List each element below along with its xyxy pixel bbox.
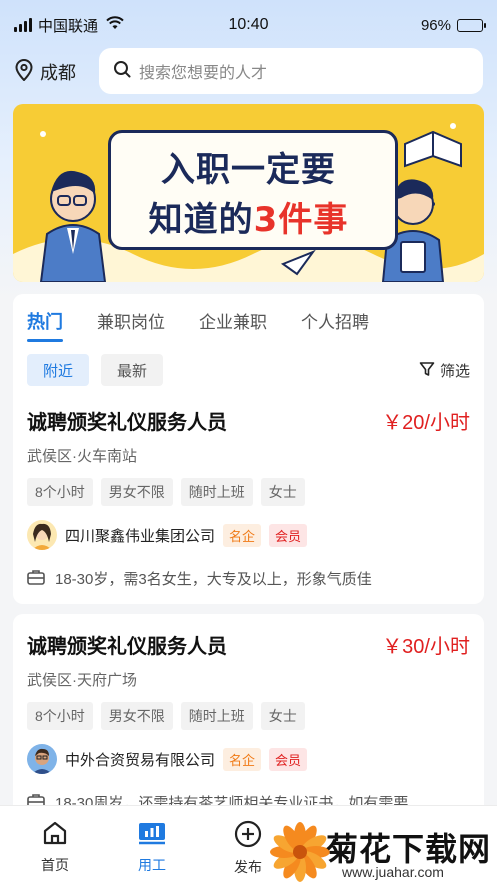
briefcase-icon xyxy=(27,569,45,589)
job-salary: ￥30/小时 xyxy=(382,636,470,658)
category-tabs: 热门 兼职岗位 企业兼职 个人招聘 xyxy=(27,308,403,342)
funnel-icon xyxy=(419,361,435,381)
home-icon xyxy=(42,821,68,849)
watermark-url: www.juahar.com xyxy=(342,864,444,880)
company-name: 四川聚鑫伟业集团公司 xyxy=(65,527,216,545)
job-location: 武侯区·天府广场 xyxy=(27,672,137,689)
battery-icon xyxy=(457,18,486,32)
famous-company-badge: 名企 xyxy=(223,523,262,547)
company-avatar xyxy=(27,744,57,774)
banner-line-2: 知道的3件事 xyxy=(148,200,349,240)
famous-company-badge: 名企 xyxy=(223,747,262,771)
tab-employment[interactable]: 用工 xyxy=(117,820,187,875)
job-tags: 8个小时 男女不限 随时上班 女士 xyxy=(27,478,470,506)
job-salary: ￥20/小时 xyxy=(382,412,470,434)
job-tag: 随时上班 xyxy=(180,478,253,506)
tab-home[interactable]: 首页 xyxy=(20,820,90,875)
job-tags: 8个小时 男女不限 随时上班 女士 xyxy=(27,702,470,730)
promo-banner[interactable]: 入职一定要 知道的3件事 xyxy=(13,104,484,282)
filter-button[interactable]: 筛选 xyxy=(419,360,470,381)
location-selector[interactable]: 成都 xyxy=(14,56,76,88)
requirement-text: 18-30岁，需3名女生，大专及以上，形象气质佳 xyxy=(55,571,372,588)
job-tag: 8个小时 xyxy=(27,478,93,506)
job-tag: 男女不限 xyxy=(100,478,173,506)
company-row: 中外合资贸易有限公司 名企 会员 xyxy=(27,744,470,774)
job-tag: 随时上班 xyxy=(180,702,253,730)
search-icon xyxy=(113,60,131,83)
site-watermark: 菊花下载网 www.juahar.com xyxy=(270,820,497,885)
battery-percent: 96% xyxy=(420,16,451,34)
job-card[interactable]: 诚聘颁奖礼仪服务人员 ￥30/小时 武侯区·天府广场 8个小时 男女不限 随时上… xyxy=(27,630,470,813)
signal-icon xyxy=(14,18,32,32)
banner-highlight: 3件事 xyxy=(253,200,349,240)
search-input[interactable]: 搜索您想要的人才 xyxy=(99,48,483,94)
company-row: 四川聚鑫伟业集团公司 名企 会员 xyxy=(27,520,470,550)
wifi-icon xyxy=(106,16,124,34)
location-pin-icon xyxy=(14,58,34,86)
company-name: 中外合资贸易有限公司 xyxy=(65,751,216,769)
tab-company-part-time[interactable]: 企业兼职 xyxy=(199,308,267,334)
nearby-chip[interactable]: 附近 xyxy=(27,354,90,386)
job-tag: 8个小时 xyxy=(27,702,93,730)
tab-part-time[interactable]: 兼职岗位 xyxy=(97,308,165,334)
location-label: 成都 xyxy=(40,63,76,83)
chart-board-icon xyxy=(137,823,167,849)
member-badge: 会员 xyxy=(269,523,308,547)
job-tag: 女士 xyxy=(260,478,305,506)
tab-employment-label: 用工 xyxy=(138,857,166,873)
banner-line-1: 入职一定要 xyxy=(161,150,336,190)
status-bar: 中国联通 10:40 96% xyxy=(0,0,497,50)
newest-chip[interactable]: 最新 xyxy=(101,354,164,386)
tab-personal-hiring[interactable]: 个人招聘 xyxy=(301,308,369,334)
job-list-panel: 热门 兼职岗位 企业兼职 个人招聘 附近 最新 筛选 诚聘颁奖礼仪服务人员 ￥2… xyxy=(13,294,484,604)
job-tag: 男女不限 xyxy=(100,702,173,730)
add-circle-icon xyxy=(234,820,262,851)
job-requirement: 18-30岁，需3名女生，大专及以上，形象气质佳 xyxy=(27,568,470,589)
job-card[interactable]: 诚聘颁奖礼仪服务人员 ￥20/小时 武侯区·火车南站 8个小时 男女不限 随时上… xyxy=(27,406,470,589)
tab-home-label: 首页 xyxy=(41,857,69,873)
job-location: 武侯区·火车南站 xyxy=(27,448,137,465)
flower-logo-icon xyxy=(270,822,330,882)
member-badge: 会员 xyxy=(269,747,308,771)
search-placeholder: 搜索您想要的人才 xyxy=(139,65,268,82)
tab-hot[interactable]: 热门 xyxy=(27,308,63,342)
filter-label: 筛选 xyxy=(439,363,470,380)
job-list-panel-2: 诚聘颁奖礼仪服务人员 ￥30/小时 武侯区·天府广场 8个小时 男女不限 随时上… xyxy=(13,614,484,814)
carrier-name: 中国联通 xyxy=(38,17,99,35)
job-tag: 女士 xyxy=(260,702,305,730)
company-avatar xyxy=(27,520,57,550)
